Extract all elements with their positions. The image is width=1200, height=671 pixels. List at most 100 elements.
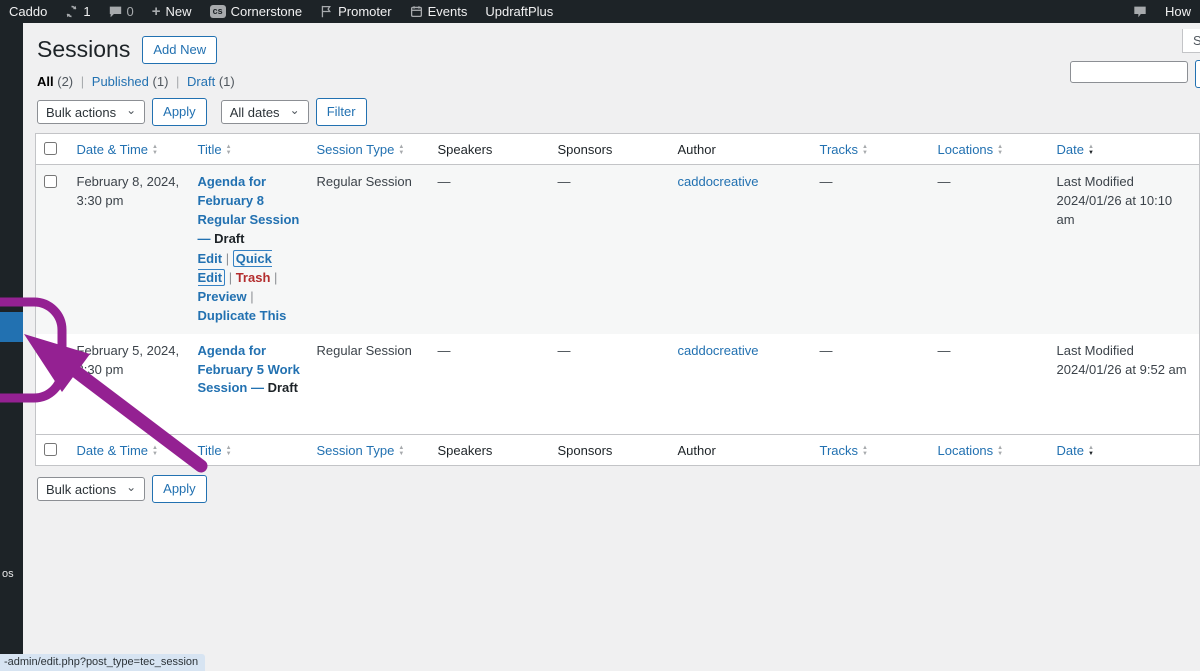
column-header-datetime[interactable]: Date & Time (77, 142, 149, 157)
column-footer-session-type[interactable]: Session Type (317, 443, 395, 458)
session-datetime: February 8, 2024, 3:30 pm (77, 174, 180, 208)
site-name-menu[interactable]: Caddo (0, 0, 56, 23)
all-dates-label: All dates (230, 105, 280, 120)
column-footer-title[interactable]: Title (198, 443, 222, 458)
select-all-checkbox[interactable] (44, 443, 57, 456)
tracks-value: — (820, 174, 833, 189)
updates-count: 1 (83, 4, 90, 19)
sort-icon: ▲▼ (1088, 144, 1094, 156)
filter-all-link[interactable]: All (37, 74, 54, 89)
speakers-value: — (438, 174, 451, 189)
select-all-checkbox[interactable] (44, 142, 57, 155)
search-sessions-button[interactable]: Search Sessions (1195, 60, 1200, 88)
filter-published-link[interactable]: Published (92, 74, 149, 89)
sort-icon: ▲▼ (226, 144, 232, 156)
column-footer-speakers: Speakers (438, 443, 493, 458)
add-new-button[interactable]: Add New (142, 36, 217, 64)
table-row: February 5, 2024, 3:30 pm Agenda for Feb… (36, 334, 1200, 435)
updraftplus-label: UpdraftPlus (485, 4, 553, 19)
column-footer-date[interactable]: Date (1057, 443, 1084, 458)
row-checkbox[interactable] (44, 175, 57, 188)
cornerstone-label: Cornerstone (231, 4, 303, 19)
comment-bubble-icon (109, 5, 122, 18)
action-separator: | (226, 251, 229, 266)
column-header-date[interactable]: Date (1057, 142, 1084, 157)
updates-menu[interactable]: 1 (56, 0, 99, 23)
preview-link[interactable]: Preview (198, 289, 247, 304)
table-footer-row: Date & Time▲▼ Title▲▼ Session Type▲▼ Spe… (36, 435, 1200, 466)
column-footer-tracks[interactable]: Tracks (820, 443, 859, 458)
trash-link[interactable]: Trash (236, 270, 271, 285)
sort-icon: ▲▼ (1088, 445, 1094, 457)
sort-icon: ▲▼ (152, 144, 158, 156)
admin-bar: Caddo 1 0 + New cs Cornerstone Promoter (0, 0, 1200, 23)
column-header-locations[interactable]: Locations (938, 142, 994, 157)
page-title: Sessions (37, 35, 130, 65)
column-header-title[interactable]: Title (198, 142, 222, 157)
sessions-table: Date & Time▲▼ Title▲▼ Session Type▲▼ Spe… (35, 133, 1200, 466)
main-content: Sessions Add New All (2) | Published (1)… (23, 23, 1200, 671)
bulk-actions-select[interactable]: Bulk actions ⌄ (37, 100, 145, 124)
bulk-actions-label: Bulk actions (46, 105, 116, 120)
column-footer-author: Author (678, 443, 716, 458)
screen-options-label: Screen Options (1193, 33, 1200, 48)
column-footer-datetime[interactable]: Date & Time (77, 443, 149, 458)
filter-all-count: (2) (57, 74, 73, 89)
chevron-down-icon: ⌄ (126, 104, 136, 116)
speakers-value: — (438, 343, 451, 358)
tracks-value: — (820, 343, 833, 358)
locations-value: — (938, 343, 951, 358)
updraftplus-menu[interactable]: UpdraftPlus (476, 0, 562, 23)
cornerstone-menu[interactable]: cs Cornerstone (201, 0, 312, 23)
new-label: New (166, 4, 192, 19)
all-dates-select[interactable]: All dates ⌄ (221, 100, 309, 124)
plus-icon: + (152, 3, 161, 20)
speech-bubble-icon (1133, 5, 1147, 18)
author-link[interactable]: caddocreative (678, 174, 759, 189)
column-header-tracks[interactable]: Tracks (820, 142, 859, 157)
session-title-link[interactable]: Agenda for February 8 Regular Session — (198, 174, 300, 246)
filter-separator: | (81, 74, 84, 89)
status-filter-links: All (2) | Published (1) | Draft (1) (37, 74, 1200, 89)
notification-menu[interactable] (1124, 0, 1156, 23)
sidebar-active-menu-item[interactable] (0, 312, 23, 342)
session-datetime: February 5, 2024, 3:30 pm (77, 343, 180, 377)
events-label: Events (428, 4, 468, 19)
column-footer-locations[interactable]: Locations (938, 443, 994, 458)
screen-options-tab[interactable]: Screen Options (1182, 29, 1200, 53)
duplicate-link[interactable]: Duplicate This (198, 308, 287, 323)
author-link[interactable]: caddocreative (678, 343, 759, 358)
sort-icon: ▲▼ (152, 445, 158, 457)
bulk-actions-select-bottom[interactable]: Bulk actions ⌄ (37, 477, 145, 501)
sort-icon: ▲▼ (398, 445, 404, 457)
action-separator: | (250, 289, 253, 304)
sort-icon: ▲▼ (226, 445, 232, 457)
chevron-down-icon: ⌄ (290, 104, 300, 116)
table-row: February 8, 2024, 3:30 pm Agenda for Feb… (36, 165, 1200, 334)
filter-draft-link[interactable]: Draft (187, 74, 215, 89)
filter-button[interactable]: Filter (316, 98, 367, 126)
events-menu[interactable]: Events (401, 0, 477, 23)
edit-link[interactable]: Edit (198, 251, 223, 266)
session-type: Regular Session (317, 343, 412, 358)
row-checkbox[interactable] (44, 344, 57, 357)
new-menu[interactable]: + New (143, 0, 201, 23)
comments-menu[interactable]: 0 (100, 0, 143, 23)
promoter-menu[interactable]: Promoter (311, 0, 400, 23)
search-input[interactable] (1070, 61, 1188, 83)
browser-status-bar: -admin/edit.php?post_type=tec_session (0, 654, 205, 671)
howdy-menu[interactable]: How (1156, 0, 1200, 23)
apply-button[interactable]: Apply (152, 98, 207, 126)
date-value: 2024/01/26 at 9:52 am (1057, 361, 1192, 380)
calendar-icon (410, 5, 423, 18)
column-header-session-type[interactable]: Session Type (317, 142, 395, 157)
tablenav-bottom: Bulk actions ⌄ Apply (37, 475, 1200, 503)
apply-button-bottom[interactable]: Apply (152, 475, 207, 503)
date-value: 2024/01/26 at 10:10 am (1057, 192, 1192, 230)
tablenav-top: Bulk actions ⌄ Apply All dates ⌄ Filter (37, 98, 1200, 126)
chevron-down-icon: ⌄ (126, 481, 136, 493)
sponsors-value: — (558, 174, 571, 189)
post-state: Draft (214, 231, 244, 246)
flag-icon (320, 5, 333, 18)
howdy-label: How (1165, 4, 1191, 19)
